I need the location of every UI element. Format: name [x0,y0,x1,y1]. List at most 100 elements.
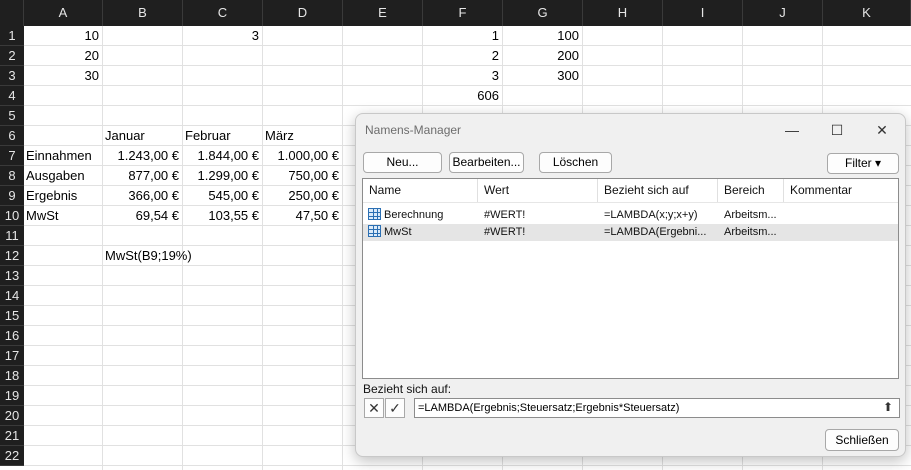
cell-C6[interactable]: Februar [185,126,263,146]
cell-B8[interactable]: 877,00 € [103,166,179,186]
row-header-17[interactable]: 17 [0,346,24,366]
row-header-8[interactable]: 8 [0,166,24,186]
row-header-12[interactable]: 12 [0,246,24,266]
select-all-corner[interactable] [0,0,24,26]
cell-F2[interactable]: 2 [423,46,499,66]
col-refers[interactable]: Bezieht sich auf [598,179,718,202]
row-header-9[interactable]: 9 [0,186,24,206]
cell-G1[interactable]: 100 [503,26,579,46]
cell-D10[interactable]: 47,50 € [263,206,339,226]
close-button[interactable]: Schließen [825,429,899,451]
column-header-G[interactable]: G [503,0,583,26]
column-header-E[interactable]: E [343,0,423,26]
row-header-19[interactable]: 19 [0,386,24,406]
row-header-6[interactable]: 6 [0,126,24,146]
cell-A7[interactable]: Einnahmen [26,146,103,166]
column-header-F[interactable]: F [423,0,503,26]
delete-button[interactable]: Löschen [539,152,612,173]
cell-C10[interactable]: 103,55 € [183,206,259,226]
dialog-title: Namens-Manager [365,123,462,137]
list-item-selected[interactable]: MwSt #WERT! =LAMBDA(Ergebni... Arbeitsm.… [363,224,898,241]
name-range-icon [368,208,381,220]
cell-F1[interactable]: 1 [423,26,499,46]
row-header-5[interactable]: 5 [0,106,24,126]
cell-D7[interactable]: 1.000,00 € [263,146,339,166]
cell-G3[interactable]: 300 [503,66,579,86]
cell-A8[interactable]: Ausgaben [26,166,103,186]
column-header-C[interactable]: C [183,0,263,26]
column-header-J[interactable]: J [743,0,823,26]
list-item[interactable]: Berechnung #WERT! =LAMBDA(x;y;x+y) Arbei… [363,207,898,224]
column-header-K[interactable]: K [823,0,911,26]
comment-cell [790,224,890,241]
close-icon[interactable]: ✕ [862,118,902,142]
col-name[interactable]: Name [363,179,478,202]
minimize-button[interactable]: — [772,118,812,142]
col-scope[interactable]: Bereich [718,179,784,202]
cell-D6[interactable]: März [265,126,343,146]
name-cell: Berechnung [384,209,444,221]
row-header-21[interactable]: 21 [0,426,24,446]
cell-C7[interactable]: 1.844,00 € [183,146,259,166]
new-button[interactable]: Neu... [363,152,442,173]
column-gridline [262,26,263,470]
names-list[interactable]: Name Wert Bezieht sich auf Bereich Komme… [362,178,899,379]
cell-D9[interactable]: 250,00 € [263,186,339,206]
cell-C9[interactable]: 545,00 € [183,186,259,206]
row-gridline [24,465,911,466]
row-header-14[interactable]: 14 [0,286,24,306]
cell-B10[interactable]: 69,54 € [103,206,179,226]
collapse-dialog-icon[interactable]: ⬆ [878,399,898,417]
row-header-22[interactable]: 22 [0,446,24,466]
row-header-3[interactable]: 3 [0,66,24,86]
row-header-20[interactable]: 20 [0,406,24,426]
cell-A10[interactable]: MwSt [26,206,103,226]
refers-cell: =LAMBDA(x;y;x+y) [604,209,698,221]
cell-G2[interactable]: 200 [503,46,579,66]
cell-C1[interactable]: 3 [183,26,259,46]
name-range-icon [368,225,381,237]
cell-A1[interactable]: 10 [24,26,99,46]
column-header-H[interactable]: H [583,0,663,26]
row-header-18[interactable]: 18 [0,366,24,386]
name-manager-dialog: Namens-Manager — ☐ ✕ Neu... Bearbeiten..… [355,113,906,457]
row-header-4[interactable]: 4 [0,86,24,106]
cell-B7[interactable]: 1.243,00 € [103,146,179,166]
cell-C8[interactable]: 1.299,00 € [183,166,259,186]
refers-cell: =LAMBDA(Ergebni... [604,226,707,238]
list-header: Name Wert Bezieht sich auf Bereich Komme… [363,179,898,203]
cell-A9[interactable]: Ergebnis [26,186,103,206]
cell-F3[interactable]: 3 [423,66,499,86]
name-cell: MwSt [384,226,412,238]
cell-A3[interactable]: 30 [24,66,99,86]
row-header-11[interactable]: 11 [0,226,24,246]
column-header-A[interactable]: A [24,0,103,26]
column-header-D[interactable]: D [263,0,343,26]
col-value[interactable]: Wert [478,179,598,202]
cell-F4[interactable]: 606 [423,86,499,106]
column-gridline [102,26,103,470]
cell-B9[interactable]: 366,00 € [103,186,179,206]
cell-D8[interactable]: 750,00 € [263,166,339,186]
row-header-10[interactable]: 10 [0,206,24,226]
col-comment[interactable]: Kommentar [784,179,900,202]
cancel-edit-icon[interactable]: ✕ [364,398,384,418]
column-header-I[interactable]: I [663,0,743,26]
row-header-1[interactable]: 1 [0,26,24,46]
cell-A2[interactable]: 20 [24,46,99,66]
value-cell: #WERT! [484,226,526,238]
row-header-7[interactable]: 7 [0,146,24,166]
refers-to-input[interactable]: =LAMBDA(Ergebnis;Steuersatz;Ergebnis*Ste… [414,398,900,418]
column-header-B[interactable]: B [103,0,183,26]
row-header-2[interactable]: 2 [0,46,24,66]
filter-button[interactable]: Filter ▾ [827,153,899,174]
row-header-16[interactable]: 16 [0,326,24,346]
maximize-button[interactable]: ☐ [817,118,857,142]
row-header-15[interactable]: 15 [0,306,24,326]
refers-to-label: Bezieht sich auf: [363,382,452,396]
confirm-edit-icon[interactable]: ✓ [385,398,405,418]
cell-B6[interactable]: Januar [105,126,183,146]
cell-B12[interactable]: MwSt(B9;19%) [105,246,192,266]
edit-button[interactable]: Bearbeiten... [449,152,524,173]
row-header-13[interactable]: 13 [0,266,24,286]
